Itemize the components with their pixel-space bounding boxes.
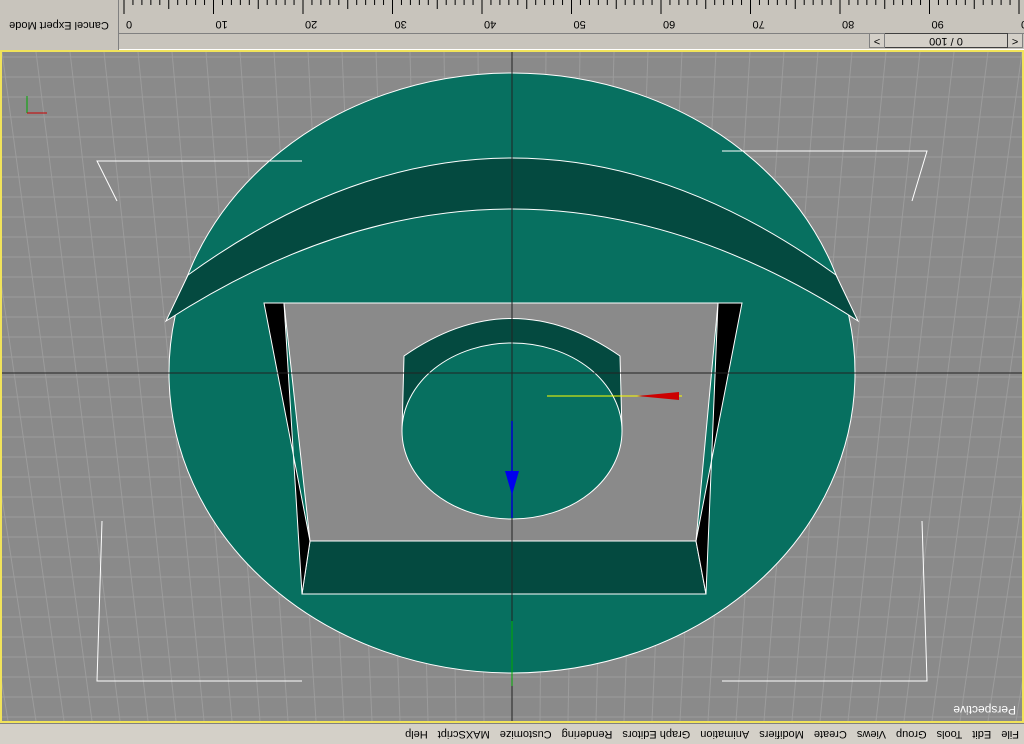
- menu-edit[interactable]: Edit: [967, 724, 996, 744]
- time-prev-button[interactable]: <: [1007, 33, 1023, 48]
- track-label: 80: [842, 18, 854, 30]
- menu-tools[interactable]: Tools: [932, 724, 968, 744]
- menu-animation[interactable]: Animation: [695, 724, 754, 744]
- grid-line: [2, 52, 37, 721]
- track-label: 40: [484, 18, 496, 30]
- track-label: 30: [395, 18, 407, 30]
- track-label: 90: [932, 18, 944, 30]
- track-label: 20: [305, 18, 317, 30]
- track-bar[interactable]: 0102030405060708090100: [119, 0, 1024, 33]
- perspective-viewport[interactable]: Perspective: [0, 50, 1024, 723]
- menu-maxscript[interactable]: MAXScript: [433, 724, 495, 744]
- menu-create[interactable]: Create: [809, 724, 852, 744]
- grid-line: [847, 52, 921, 721]
- flipped-screen: File Edit Tools Group Views Create Modif…: [0, 0, 1024, 744]
- grid-line: [959, 52, 1022, 721]
- track-label: 50: [574, 18, 586, 30]
- grid-line: [987, 52, 1022, 721]
- time-slider-thumb[interactable]: 0 / 100: [884, 33, 1008, 48]
- grid-line: [69, 52, 149, 721]
- menu-file[interactable]: File: [996, 724, 1024, 744]
- viewport-scene[interactable]: [2, 52, 1022, 721]
- menu-modifiers[interactable]: Modifiers: [754, 724, 809, 744]
- grid-line: [2, 52, 65, 721]
- grid-line: [2, 52, 9, 721]
- menu-graph-editors[interactable]: Graph Editors: [617, 724, 695, 744]
- cancel-expert-mode-label: Cancel Expert Mode: [9, 19, 109, 31]
- track-label: 70: [753, 18, 765, 30]
- menu-help[interactable]: Help: [400, 724, 433, 744]
- track-label: 10: [216, 18, 228, 30]
- menu-bar: File Edit Tools Group Views Create Modif…: [0, 723, 1024, 744]
- cancel-expert-mode-button[interactable]: Cancel Expert Mode: [0, 0, 119, 50]
- track-label: 0: [126, 18, 132, 30]
- menu-rendering[interactable]: Rendering: [557, 724, 618, 744]
- viewport-label[interactable]: Perspective: [953, 703, 1016, 717]
- grid-line: [1015, 52, 1022, 721]
- track-label: 60: [663, 18, 675, 30]
- track-ruler: 0102030405060708090100: [123, 0, 1024, 30]
- menu-views[interactable]: Views: [852, 724, 891, 744]
- grid-line: [875, 52, 955, 721]
- time-slider[interactable]: < 0 / 100 >: [119, 33, 1024, 50]
- grid-line: [103, 52, 177, 721]
- menu-customize[interactable]: Customize: [495, 724, 557, 744]
- box-hole-bottom-wall: [301, 540, 707, 595]
- menu-group[interactable]: Group: [891, 724, 932, 744]
- time-next-button[interactable]: >: [869, 33, 885, 48]
